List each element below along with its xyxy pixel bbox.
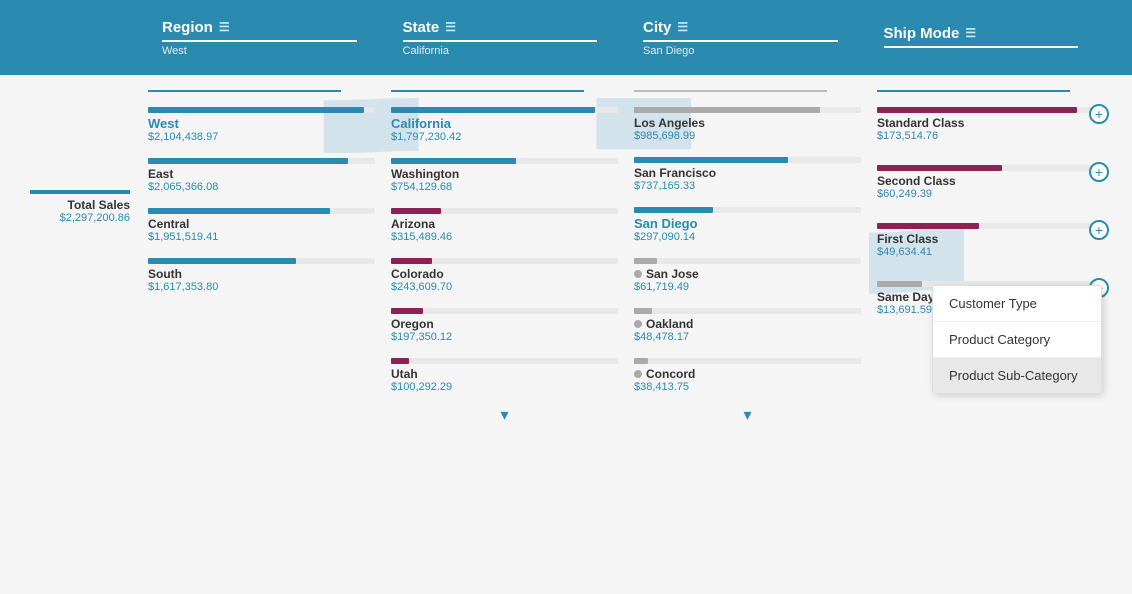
state-name-0: California [391,116,451,131]
shipmode-menu-icon[interactable]: ☰ [965,26,976,40]
region-item-1[interactable]: East $2,065,366.08 [148,155,375,193]
total-sales-value: $2,297,200.86 [60,212,130,224]
state-name-5: Utah [391,367,418,381]
city-column: Los Angeles $985,698.99 San Francisco $7… [626,90,869,579]
total-sales-col: Total Sales $2,297,200.86 [20,90,140,579]
dropdown-item-label-1: Product Category [949,332,1050,347]
shipmode-name-3: Same Day [877,290,934,304]
state-item-3[interactable]: Colorado $243,609.70 [391,255,618,293]
state-menu-icon[interactable]: ☰ [445,20,456,34]
city-name-3: San Jose [646,267,699,281]
header-shipmode: Ship Mode ☰ [872,15,1113,61]
header-region: Region ☰ West [150,9,391,67]
city-value-3: $61,719.49 [634,281,861,293]
dropdown-item-1[interactable]: Product Category [933,322,1101,358]
region-name-0: West [148,116,179,131]
state-down-arrow[interactable]: ▾ [391,405,618,425]
state-name-2: Arizona [391,217,435,231]
region-name-3: South [148,267,182,281]
header-state: State ☰ California [391,9,632,67]
state-item-4[interactable]: Oregon $197,350.12 [391,305,618,343]
region-value-0: $2,104,438.97 [148,131,375,143]
city-item-0[interactable]: Los Angeles $985,698.99 [634,104,861,142]
state-value-5: $100,292.29 [391,381,618,393]
state-header-subtitle: California [403,45,620,57]
dropdown-item-0[interactable]: Customer Type [933,286,1101,322]
region-item-2[interactable]: Central $1,951,519.41 [148,205,375,243]
dropdown-item-label-0: Customer Type [949,296,1037,311]
city-value-1: $737,165.33 [634,180,861,192]
shipmode-item-2[interactable]: First Class $49,634.41 + [877,220,1104,258]
state-item-0[interactable]: California $1,797,230.42 [391,104,618,143]
state-value-0: $1,797,230.42 [391,131,618,143]
state-item-2[interactable]: Arizona $315,489.46 [391,205,618,243]
state-item-1[interactable]: Washington $754,129.68 [391,155,618,193]
plus-btn-1[interactable]: + [1089,162,1109,182]
main-content: Total Sales $2,297,200.86 West $2,104, [0,75,1132,594]
state-name-4: Oregon [391,317,434,331]
city-name-1: San Francisco [634,166,716,180]
shipmode-value-1: $60,249.39 [877,188,1104,200]
state-item-5[interactable]: Utah $100,292.29 [391,355,618,393]
state-header-title: State [403,19,440,36]
city-item-1[interactable]: San Francisco $737,165.33 [634,154,861,192]
region-item-0[interactable]: West $2,104,438.97 [148,104,375,143]
state-value-1: $754,129.68 [391,181,618,193]
shipmode-name-0: Standard Class [877,116,964,130]
city-name-2: San Diego [634,216,698,231]
region-value-3: $1,617,353.80 [148,281,375,293]
region-header-subtitle: West [162,45,379,57]
shipmode-name-1: Second Class [877,174,956,188]
shipmode-value-2: $49,634.41 [877,246,1104,258]
region-value-2: $1,951,519.41 [148,231,375,243]
city-dot-3 [634,270,642,278]
city-value-2: $297,090.14 [634,231,861,243]
city-value-5: $38,413.75 [634,381,861,393]
region-name-1: East [148,167,173,181]
state-value-3: $243,609.70 [391,281,618,293]
shipmode-header-title: Ship Mode [884,25,960,42]
city-name-4: Oakland [646,317,693,331]
region-menu-icon[interactable]: ☰ [219,20,230,34]
region-name-2: Central [148,217,189,231]
plus-btn-0[interactable]: + [1089,104,1109,124]
total-bar [30,190,130,194]
region-column: West $2,104,438.97 East $2,065,366.08 Ce… [140,90,383,579]
header-city: City ☰ San Diego [631,9,872,67]
shipmode-value-0: $173,514.76 [877,130,1104,142]
city-item-3[interactable]: San Jose $61,719.49 [634,255,861,293]
city-value-4: $48,478.17 [634,331,861,343]
city-header-subtitle: San Diego [643,45,860,57]
city-item-2[interactable]: San Diego $297,090.14 [634,204,861,243]
state-value-4: $197,350.12 [391,331,618,343]
state-column: California $1,797,230.42 Washington $754… [383,90,626,579]
state-name-3: Colorado [391,267,444,281]
city-item-4[interactable]: Oakland $48,478.17 [634,305,861,343]
city-name-0: Los Angeles [634,116,705,130]
dropdown-item-label-2: Product Sub-Category [949,368,1078,383]
region-value-1: $2,065,366.08 [148,181,375,193]
city-name-5: Concord [646,367,695,381]
city-dot-5 [634,370,642,378]
state-value-2: $315,489.46 [391,231,618,243]
city-dot-4 [634,320,642,328]
header-bar: Region ☰ West State ☰ California City ☰ … [0,0,1132,75]
plus-btn-2[interactable]: + [1089,220,1109,240]
city-down-arrow[interactable]: ▾ [634,405,861,425]
shipmode-item-1[interactable]: Second Class $60,249.39 + [877,162,1104,200]
dropdown-menu: Customer Type Product Category Product S… [932,285,1102,394]
state-name-1: Washington [391,167,459,181]
region-item-3[interactable]: South $1,617,353.80 [148,255,375,293]
city-item-5[interactable]: Concord $38,413.75 [634,355,861,393]
city-menu-icon[interactable]: ☰ [677,20,688,34]
city-header-title: City [643,19,671,36]
city-value-0: $985,698.99 [634,130,861,142]
dropdown-item-2[interactable]: Product Sub-Category [933,358,1101,393]
shipmode-item-0[interactable]: Standard Class $173,514.76 + [877,104,1104,142]
region-header-title: Region [162,19,213,36]
total-sales-label: Total Sales [68,198,130,212]
shipmode-name-2: First Class [877,232,938,246]
